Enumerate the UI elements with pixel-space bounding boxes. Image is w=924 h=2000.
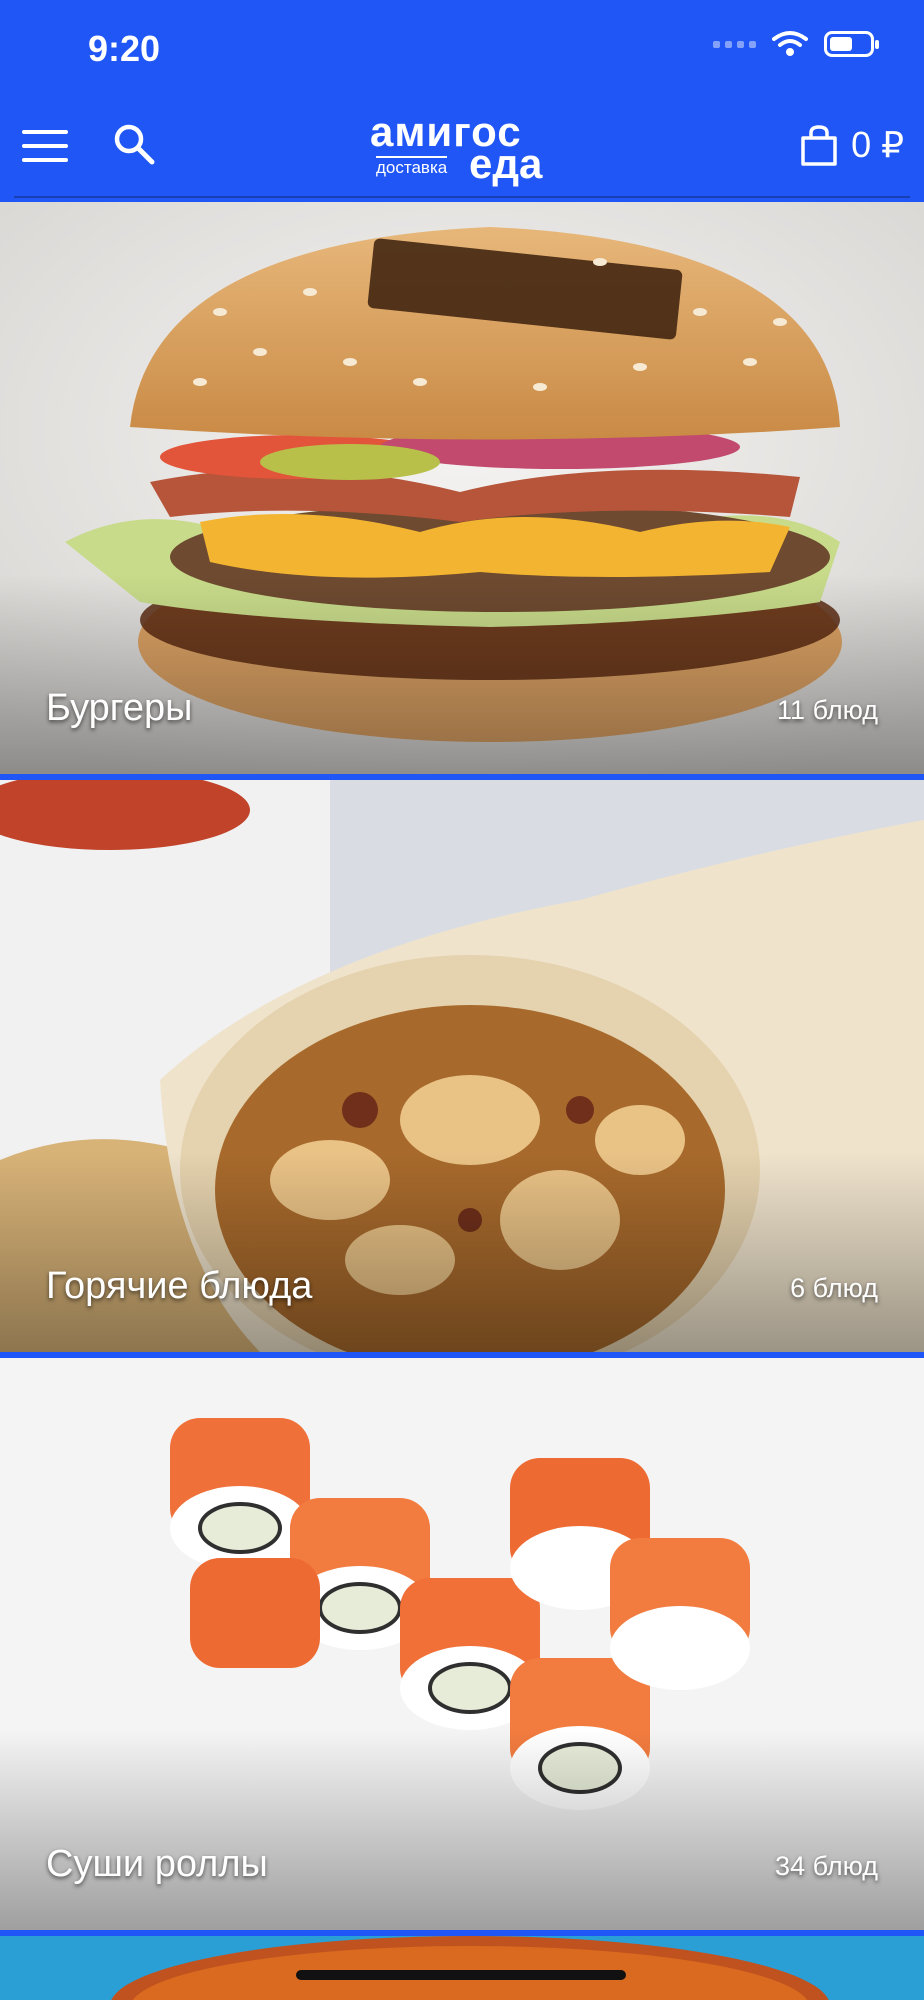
category-name: Бургеры	[46, 687, 193, 729]
home-indicator[interactable]	[296, 1970, 626, 1980]
wifi-icon	[772, 31, 808, 56]
category-card-partial[interactable]	[0, 1936, 924, 2000]
category-name: Горячие блюда	[46, 1265, 313, 1307]
menu-icon[interactable]	[22, 130, 68, 162]
category-card-burgers[interactable]: Бургеры 11 блюд	[0, 202, 924, 774]
category-count: 6 блюд	[790, 1273, 878, 1303]
soup-image	[0, 1936, 924, 2000]
header-divider	[14, 196, 910, 198]
category-card-sushi-rolls[interactable]: Суши роллы 34 блюд	[0, 1358, 924, 1930]
category-card-hot-dishes[interactable]: Горячие блюда 6 блюд	[0, 780, 924, 1352]
signal-icon	[713, 40, 756, 48]
app-header: 9:20 амигос доставка еда 0 ₽	[0, 0, 924, 200]
battery-icon	[824, 31, 879, 57]
cart-button[interactable]: 0 ₽	[799, 124, 904, 166]
category-name: Суши роллы	[46, 1843, 268, 1885]
status-time: 9:20	[88, 28, 161, 69]
card-shade	[0, 1152, 924, 1352]
nav-bar: амигос доставка еда 0 ₽	[0, 100, 924, 196]
search-icon[interactable]	[112, 122, 156, 166]
shopping-bag-icon	[801, 125, 837, 166]
category-count: 34 блюд	[775, 1851, 878, 1881]
status-icons	[713, 30, 879, 58]
card-shade	[0, 1730, 924, 1930]
card-shade	[0, 574, 924, 774]
cart-total: 0 ₽	[851, 124, 904, 165]
category-count: 11 блюд	[777, 695, 878, 725]
logo-text-food: еда	[469, 140, 543, 187]
amigos-logo[interactable]: амигос доставка еда	[370, 111, 554, 187]
logo-text-delivery: доставка	[376, 156, 448, 177]
